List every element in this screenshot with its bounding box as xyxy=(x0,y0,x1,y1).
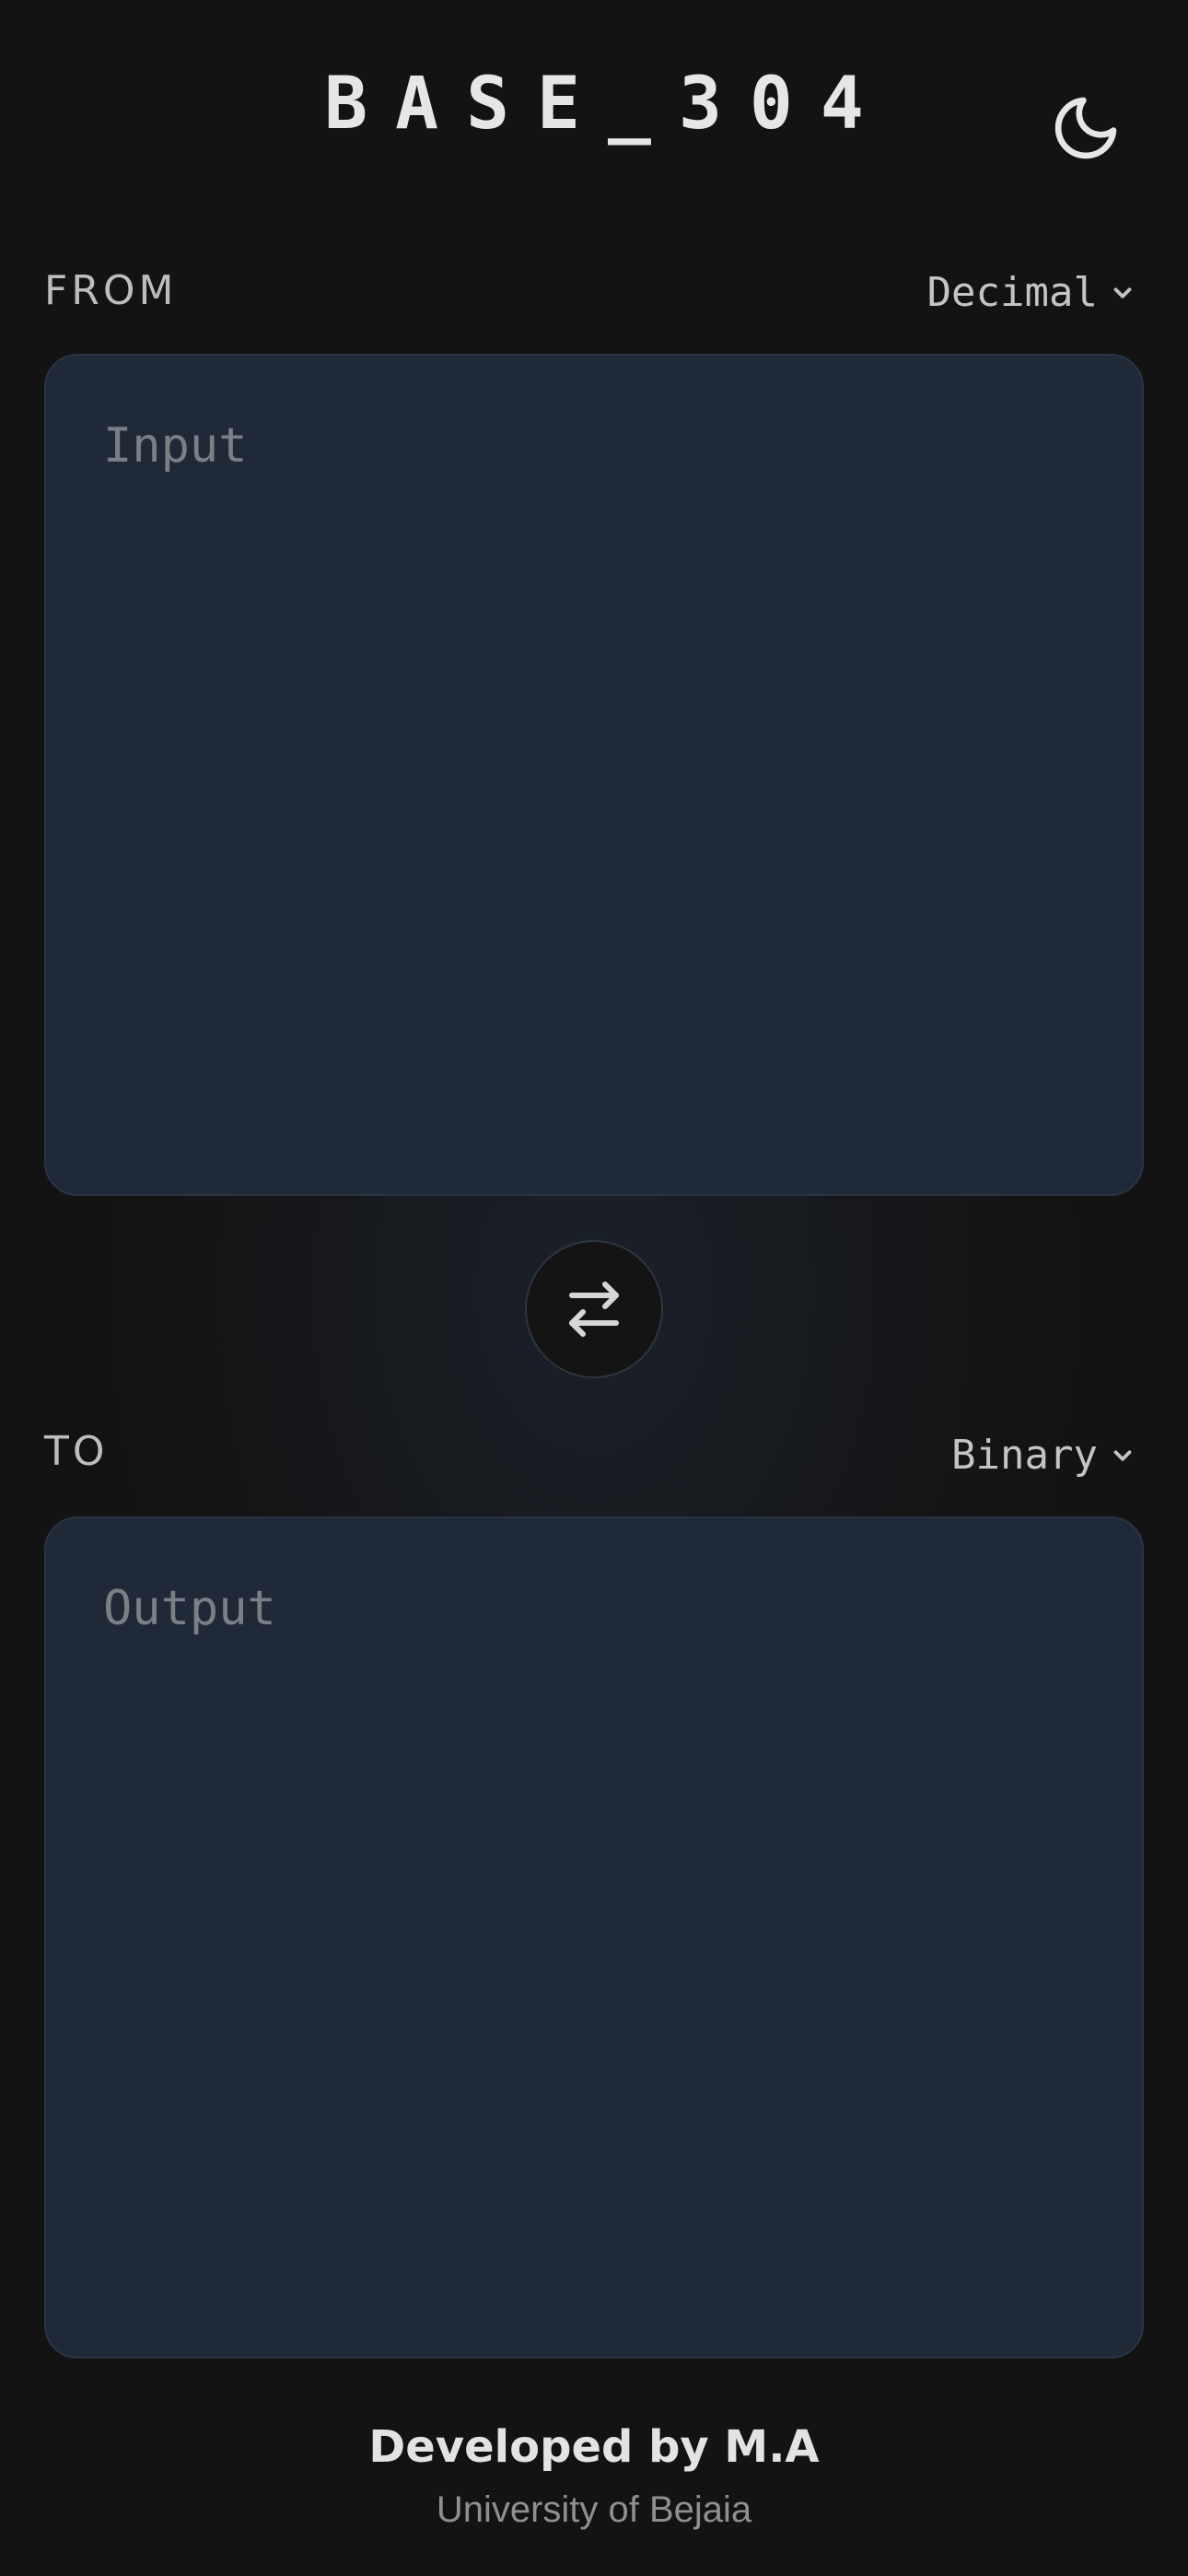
swap-arrows-icon xyxy=(569,1282,619,1337)
output-field[interactable]: Output xyxy=(44,1516,1144,2359)
output-placeholder: Output xyxy=(103,1581,276,1636)
chevron-down-icon xyxy=(1113,1449,1132,1461)
from-base-select[interactable]: Decimal xyxy=(927,269,1136,316)
input-placeholder: Input xyxy=(103,418,248,474)
to-base-value: Binary xyxy=(951,1432,1098,1479)
input-field[interactable]: Input xyxy=(44,354,1144,1196)
chevron-down-icon xyxy=(1113,287,1132,299)
swap-button[interactable] xyxy=(525,1240,663,1378)
from-label: FROM xyxy=(44,267,178,314)
to-base-select[interactable]: Binary xyxy=(951,1432,1136,1479)
moon-icon xyxy=(1054,97,1117,159)
theme-toggle-button[interactable] xyxy=(1048,90,1124,166)
footer-developer: Developed by M.A xyxy=(368,2421,820,2473)
app-title: BASE_304 xyxy=(324,63,891,146)
from-base-value: Decimal xyxy=(926,269,1098,316)
to-label: TO xyxy=(44,1428,109,1475)
footer-institution: University of Bejaia xyxy=(436,2489,752,2530)
